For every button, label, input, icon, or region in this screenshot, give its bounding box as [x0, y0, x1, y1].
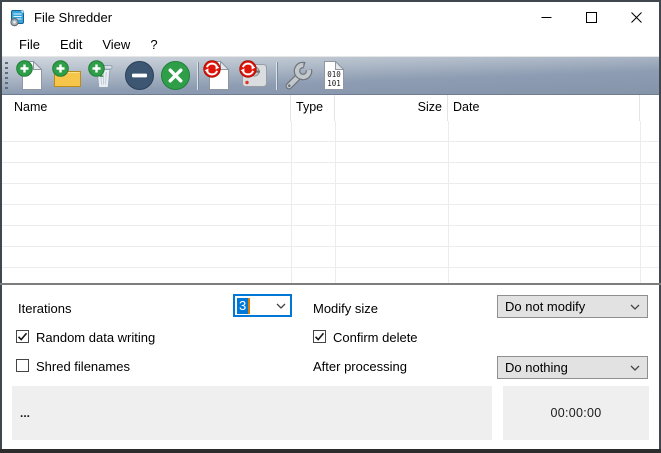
grid-vline — [640, 121, 641, 283]
confirm-delete-checkbox[interactable] — [313, 330, 326, 343]
recycle-badge-icon — [239, 60, 257, 78]
binary-data-button[interactable]: 010 101 — [318, 60, 349, 91]
svg-text:101: 101 — [327, 79, 341, 88]
file-list-header: Name Type Size Date — [2, 95, 659, 121]
after-processing-label: After processing — [313, 359, 407, 374]
column-header-size[interactable]: Size — [335, 95, 448, 121]
shred-filenames-checkbox[interactable] — [16, 359, 29, 372]
grid-vline — [448, 121, 449, 283]
menu-view[interactable]: View — [92, 35, 140, 54]
maximize-button[interactable] — [569, 2, 614, 33]
file-list[interactable] — [2, 121, 659, 283]
timer-value: 00:00:00 — [550, 406, 601, 420]
binary-data-icon: 010 101 — [318, 60, 349, 91]
plus-badge-icon — [88, 60, 105, 77]
recycle-badge-icon — [203, 60, 221, 78]
checkmark-icon — [17, 331, 28, 342]
modify-size-dropdown[interactable]: Do not modify — [497, 295, 648, 318]
file-shredder-window: File Shredder File Edit View ? — [0, 0, 661, 453]
svg-text:010: 010 — [327, 70, 341, 79]
menu-bar: File Edit View ? — [2, 33, 659, 56]
modify-size-value: Do not modify — [505, 299, 585, 314]
add-file-button[interactable] — [16, 60, 47, 91]
after-processing-dropdown[interactable]: Do nothing — [497, 356, 648, 379]
window-bottom-border — [0, 449, 661, 453]
app-icon — [9, 9, 27, 27]
chevron-down-icon — [630, 365, 640, 371]
settings-wrench-icon — [282, 60, 313, 91]
menu-help[interactable]: ? — [140, 35, 167, 54]
window-title: File Shredder — [34, 10, 112, 25]
plus-badge-icon — [16, 60, 33, 77]
iterations-combobox[interactable]: 3 — [233, 294, 292, 317]
checkmark-icon — [314, 331, 325, 342]
remove-selected-icon — [124, 60, 155, 91]
minimize-button[interactable] — [524, 2, 569, 33]
settings-button[interactable] — [282, 60, 313, 91]
add-folder-button[interactable] — [52, 60, 83, 91]
iterations-label: Iterations — [18, 301, 71, 316]
toolbar-grip[interactable] — [5, 62, 8, 90]
column-header-type[interactable]: Type — [291, 95, 335, 121]
close-button[interactable] — [614, 2, 659, 33]
modify-size-label: Modify size — [313, 301, 378, 316]
confirm-delete-label[interactable]: Confirm delete — [333, 330, 418, 345]
grid-vline — [291, 121, 292, 283]
maximize-icon — [586, 12, 597, 23]
after-processing-value: Do nothing — [505, 360, 568, 375]
timer-box: 00:00:00 — [503, 386, 649, 440]
menu-file[interactable]: File — [9, 35, 50, 54]
iterations-value: 3 — [237, 298, 248, 314]
column-header-name[interactable]: Name — [2, 95, 291, 121]
plus-badge-icon — [52, 60, 69, 77]
text-caret — [248, 298, 250, 314]
random-data-writing-checkbox[interactable] — [16, 330, 29, 343]
shred-files-button[interactable] — [203, 60, 234, 91]
minimize-icon — [541, 12, 552, 23]
title-bar: File Shredder — [2, 2, 659, 33]
column-header-date[interactable]: Date — [448, 95, 640, 121]
table-settings-divider — [0, 283, 661, 285]
window-controls — [524, 2, 659, 33]
close-icon — [631, 12, 642, 23]
add-recycle-bin-button[interactable] — [88, 60, 119, 91]
status-message: ... — [20, 406, 30, 420]
remove-selected-button[interactable] — [124, 60, 155, 91]
grid-vline — [335, 121, 336, 283]
remove-all-icon — [160, 60, 191, 91]
toolbar-separator — [276, 62, 277, 90]
chevron-down-icon — [276, 303, 286, 309]
shred-filenames-label[interactable]: Shred filenames — [36, 359, 130, 374]
chevron-down-icon — [630, 304, 640, 310]
menu-edit[interactable]: Edit — [50, 35, 92, 54]
remove-all-button[interactable] — [160, 60, 191, 91]
toolbar-separator — [197, 62, 198, 90]
toolbar: 010 101 — [2, 56, 659, 95]
status-message-box: ... — [12, 386, 492, 440]
random-data-writing-label[interactable]: Random data writing — [36, 330, 155, 345]
shred-free-space-button[interactable] — [239, 60, 270, 91]
column-header-spacer — [640, 95, 659, 121]
